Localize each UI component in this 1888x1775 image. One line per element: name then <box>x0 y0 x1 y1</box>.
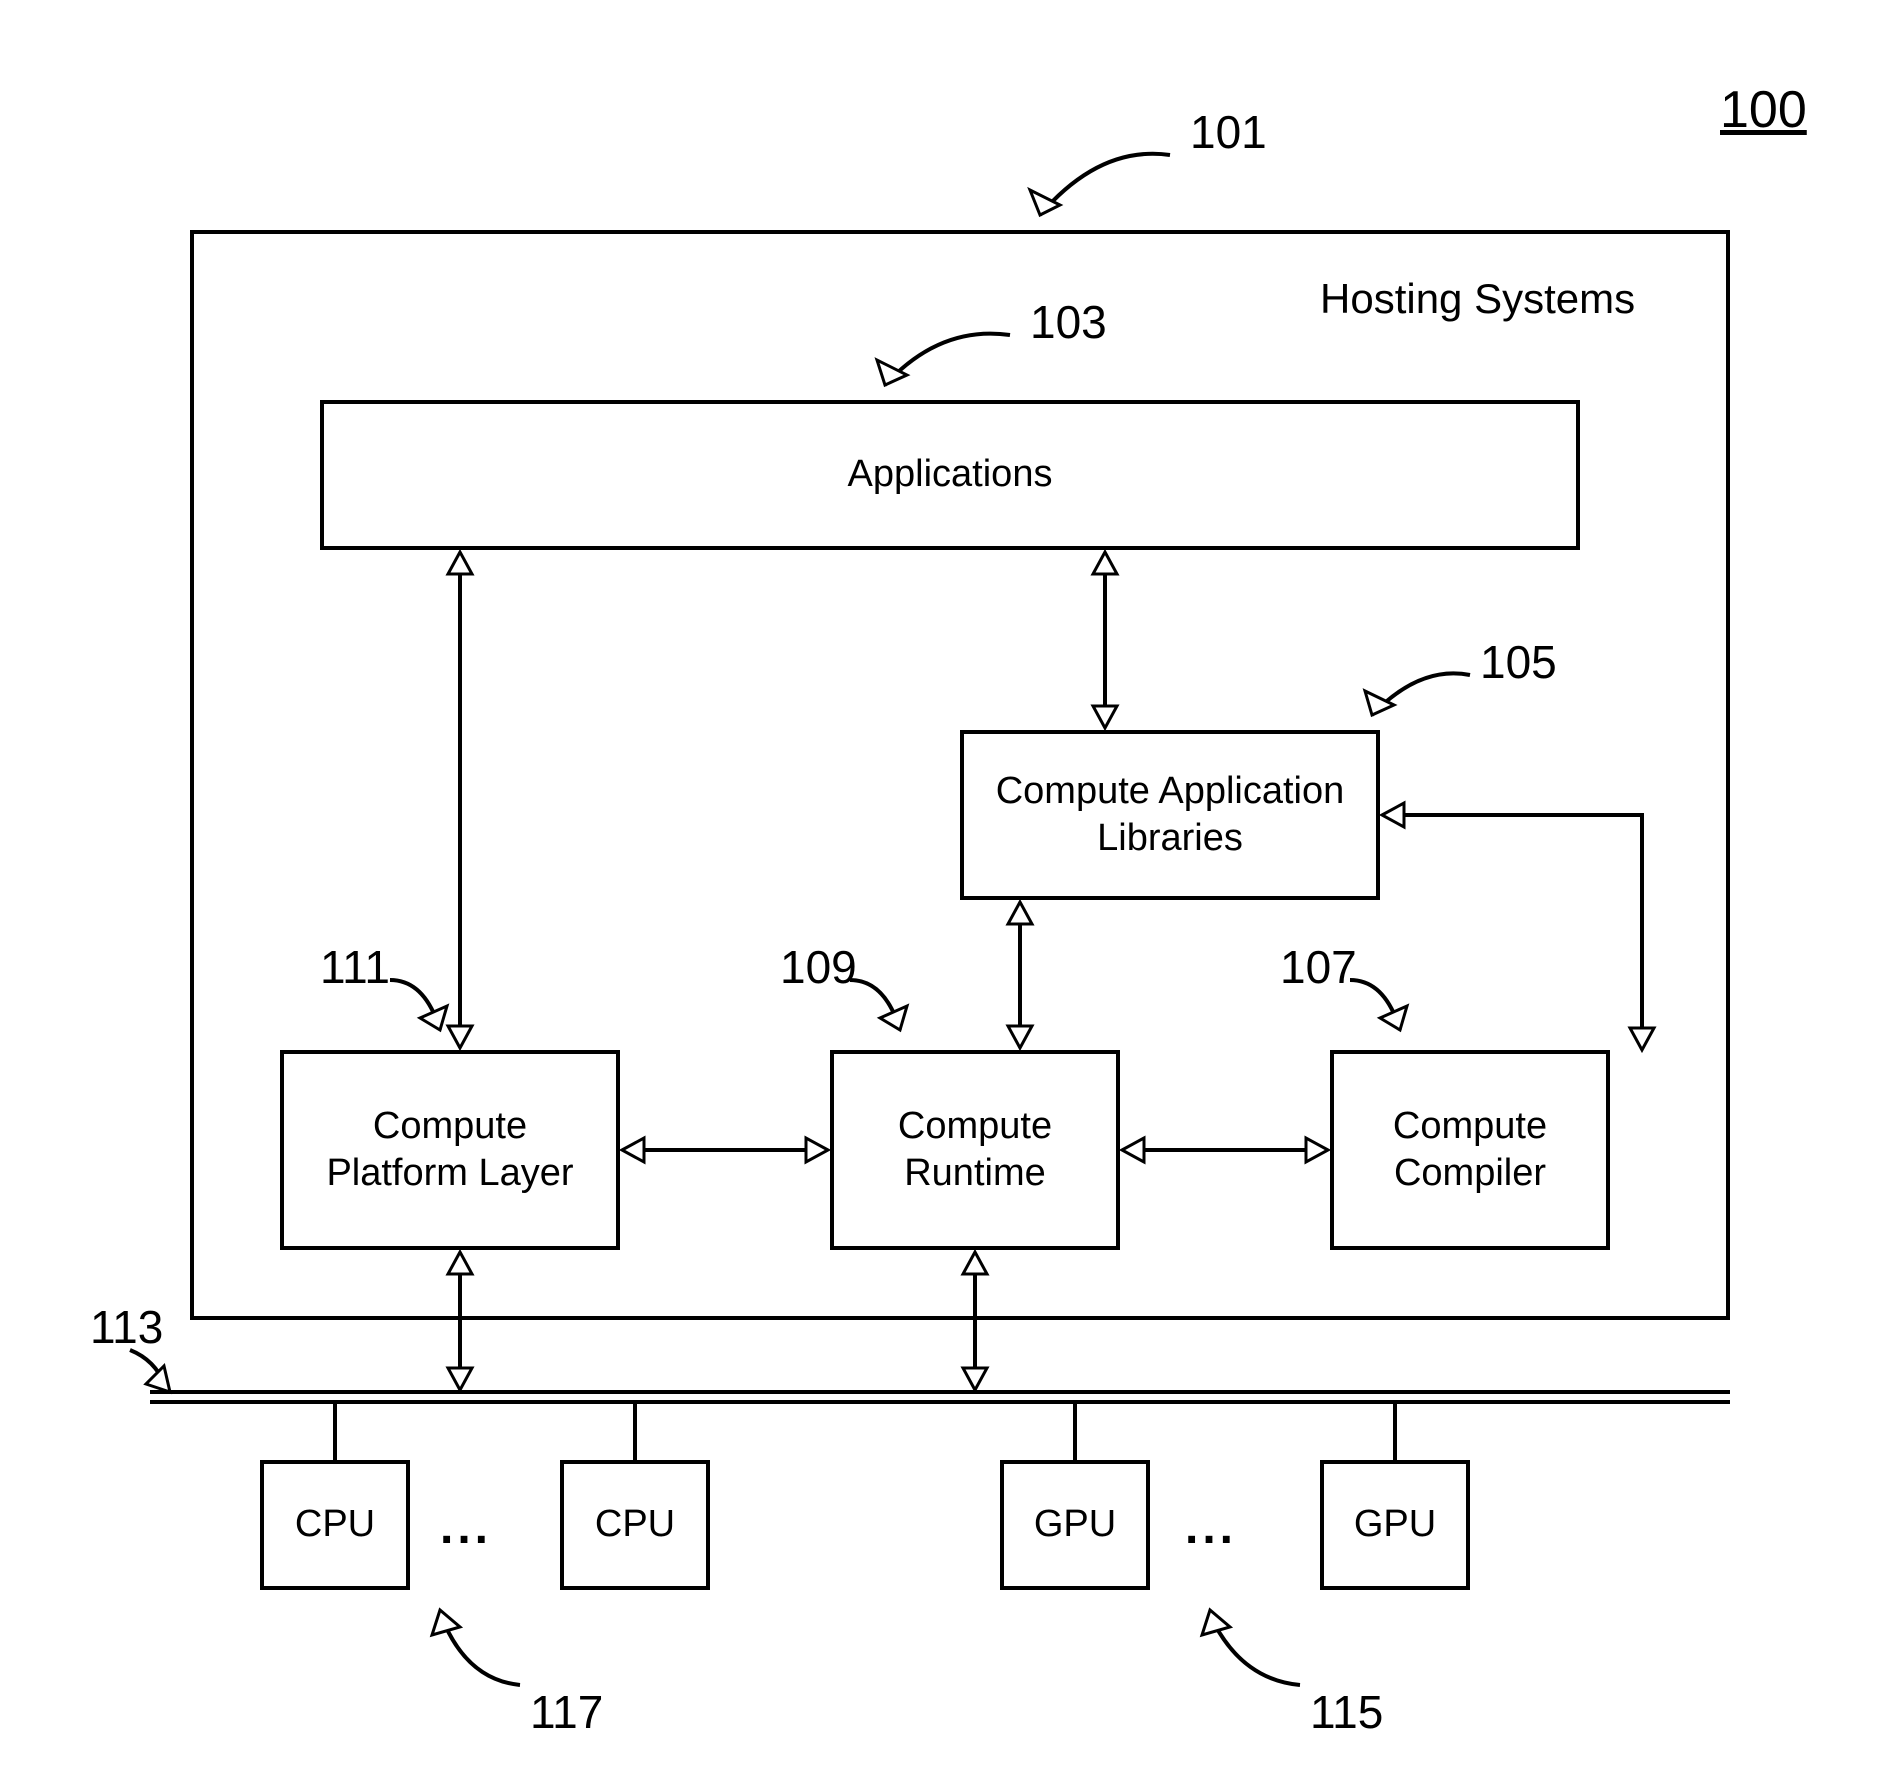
compiler-block: Compute Compiler <box>1330 1050 1610 1250</box>
gpu-ellipsis: ... <box>1185 1500 1237 1555</box>
busline-cpu2 <box>633 1404 637 1460</box>
hosting-systems-title: Hosting Systems <box>1320 275 1635 323</box>
runtime-label: Compute Runtime <box>898 1103 1052 1198</box>
arrow-apps-platform <box>440 552 480 1048</box>
busline-gpu1 <box>1073 1404 1077 1460</box>
libraries-block: Compute Application Libraries <box>960 730 1380 900</box>
applications-label: Applications <box>848 451 1053 499</box>
runtime-block: Compute Runtime <box>830 1050 1120 1250</box>
ref-111: 111 <box>320 940 390 994</box>
libraries-label: Compute Application Libraries <box>996 768 1345 863</box>
cpu-box-1: CPU <box>260 1460 410 1590</box>
ref-101-arrow <box>1020 135 1180 235</box>
bus <box>150 1390 1730 1404</box>
arrow-platform-bus <box>440 1252 480 1390</box>
arrow-platform-runtime <box>622 1130 828 1170</box>
platform-block: Compute Platform Layer <box>280 1050 620 1250</box>
ref-115: 115 <box>1310 1685 1383 1739</box>
figure-number: 100 <box>1720 80 1807 140</box>
ref-101: 101 <box>1190 105 1267 159</box>
ref-115-arrow <box>1200 1605 1310 1695</box>
gpu-box-1: GPU <box>1000 1460 1150 1590</box>
ref-113-arrow <box>120 1340 180 1400</box>
arrow-apps-libraries <box>1085 552 1125 728</box>
cpu-box-2: CPU <box>560 1460 710 1590</box>
arrow-runtime-compiler <box>1122 1130 1328 1170</box>
cpu-label-2: CPU <box>595 1501 675 1549</box>
applications-block: Applications <box>320 400 1580 550</box>
busline-cpu1 <box>333 1404 337 1460</box>
ref-117-arrow <box>430 1605 530 1695</box>
busline-gpu2 <box>1393 1404 1397 1460</box>
cpu-label-1: CPU <box>295 1501 375 1549</box>
cpu-ellipsis: ... <box>440 1500 492 1555</box>
gpu-label-2: GPU <box>1354 1501 1436 1549</box>
ref-103: 103 <box>1030 295 1107 349</box>
arrow-libraries-compiler <box>1382 800 1722 1060</box>
arrow-runtime-bus <box>955 1252 995 1390</box>
ref-117: 117 <box>530 1685 603 1739</box>
platform-label: Compute Platform Layer <box>326 1103 573 1198</box>
gpu-label-1: GPU <box>1034 1501 1116 1549</box>
gpu-box-2: GPU <box>1320 1460 1470 1590</box>
ref-103-arrow <box>870 315 1020 405</box>
arrow-libraries-runtime <box>1000 902 1040 1048</box>
compiler-label: Compute Compiler <box>1393 1103 1547 1198</box>
ref-105: 105 <box>1480 635 1557 689</box>
ref-109-arrow <box>845 970 915 1050</box>
ref-105-arrow <box>1360 655 1480 735</box>
